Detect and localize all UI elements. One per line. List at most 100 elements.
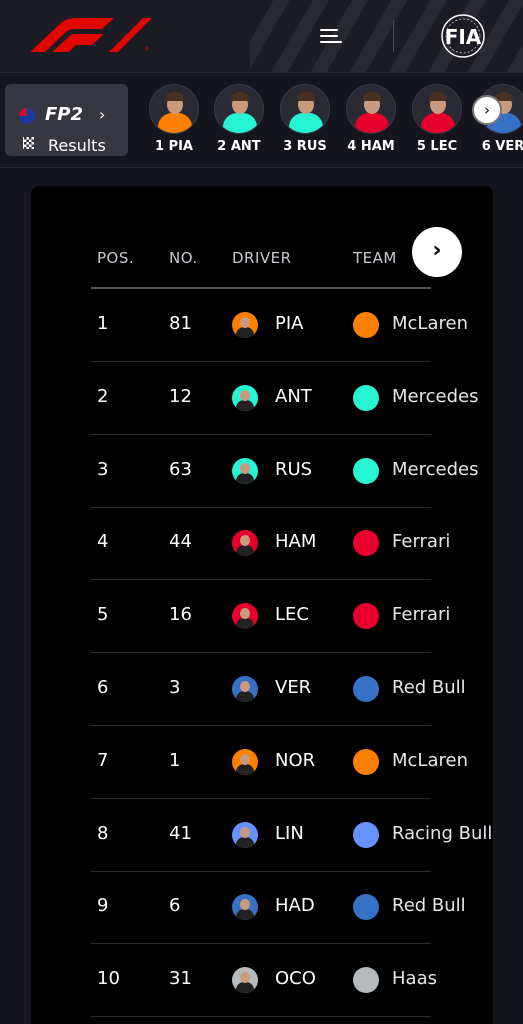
table-row[interactable]: 4 44 HAM Ferrari [91, 507, 450, 581]
driver-avatar [412, 84, 462, 134]
row-driver[interactable]: HAM [275, 531, 316, 552]
row-number: 41 [169, 822, 192, 844]
mclaren-icon [353, 748, 379, 775]
row-team: Haas [392, 968, 437, 990]
driver-chip-label: 2 ANT [217, 139, 261, 154]
row-position: 5 [97, 604, 109, 626]
driver-avatar [214, 84, 264, 134]
svg-text:FIA: FIA [445, 25, 482, 49]
red-bull-icon [353, 894, 379, 921]
menu-button[interactable] [314, 24, 344, 48]
row-team: Racing Bulls [392, 822, 493, 844]
driver-headshot [232, 603, 258, 630]
driver-headshot [232, 312, 258, 338]
row-number: 6 [169, 895, 181, 917]
row-driver[interactable]: LIN [275, 823, 304, 844]
row-driver[interactable]: RUS [275, 459, 312, 480]
mercedes-icon [353, 384, 379, 411]
row-driver[interactable]: ANT [275, 386, 312, 407]
header-pos: POS. [97, 249, 135, 267]
strip-scroll-right-button[interactable]: › [472, 95, 502, 125]
results-card: POS. NO. DRIVER TEAM 1 81 PIA McLaren 2 12 ANT… [31, 186, 493, 1024]
driver-headshot [232, 821, 258, 848]
chevron-right-icon: › [99, 105, 106, 124]
driver-chip-label: 5 LEC [416, 139, 458, 154]
row-number: 16 [169, 604, 192, 626]
fia-logo[interactable]: FIA [434, 14, 492, 58]
table-row[interactable]: 10 31 OCO Haas [91, 944, 437, 1018]
mercedes-icon [353, 457, 379, 484]
driver-headshot [232, 967, 258, 994]
row-number: 63 [169, 458, 192, 480]
row-position: 10 [97, 968, 120, 990]
driver-chip-label: 6 VER [481, 139, 523, 154]
row-position: 2 [97, 385, 109, 407]
haas-icon [353, 967, 379, 994]
row-number: 3 [169, 677, 181, 698]
ferrari-icon [353, 603, 379, 630]
australia-flag-icon [19, 108, 35, 124]
driver-chip[interactable]: 2 ANT [209, 84, 269, 154]
driver-chip-label: 1 PIA [155, 139, 193, 154]
session-selector[interactable]: FP2 › Results [5, 84, 128, 156]
driver-headshot [232, 530, 258, 557]
checkered-flag-icon [23, 137, 34, 149]
header-no: NO. [169, 249, 198, 267]
row-position: 8 [97, 822, 109, 844]
table-scroll-right-button[interactable]: › [412, 227, 462, 277]
driver-headshot [232, 384, 258, 411]
row-number: 1 [169, 749, 181, 771]
row-number: 31 [169, 968, 192, 990]
driver-headshot [232, 748, 258, 775]
driver-chip[interactable]: 3 RUS [275, 84, 335, 154]
row-team: Red Bull [392, 895, 466, 917]
row-position: 3 [97, 458, 109, 480]
driver-headshot [232, 894, 258, 921]
row-driver[interactable]: LEC [275, 604, 309, 625]
row-driver[interactable]: NOR [275, 750, 315, 771]
table-row[interactable]: 5 16 LEC Ferrari [91, 580, 450, 654]
row-team: Ferrari [392, 604, 451, 626]
table-row[interactable]: 9 6 HAD Red Bull [91, 871, 466, 945]
table-row[interactable]: 6 3 VER Red Bull [91, 653, 466, 726]
ferrari-icon [353, 530, 379, 557]
table-row[interactable]: 2 12 ANT Mercedes [91, 362, 478, 435]
driver-avatar [149, 84, 199, 134]
header-team: TEAM [353, 249, 397, 267]
header-driver: DRIVER [232, 249, 292, 267]
row-driver[interactable]: VER [275, 677, 311, 698]
row-position: 9 [97, 895, 109, 917]
f1-logo[interactable]: ® [30, 18, 152, 52]
row-number: 12 [169, 385, 192, 407]
row-driver[interactable]: OCO [275, 968, 316, 989]
driver-chip[interactable]: 1 PIA [144, 84, 204, 154]
driver-chip-label: 4 HAM [347, 139, 395, 154]
table-row[interactable]: 1 81 PIA McLaren [91, 289, 468, 362]
row-team: Mercedes [392, 458, 479, 480]
svg-text:®: ® [144, 46, 150, 52]
red-bull-icon [353, 676, 379, 702]
table-row[interactable]: 7 1 NOR McLaren [91, 726, 468, 799]
top-header: ® FIA [0, 0, 523, 72]
driver-chip[interactable]: 5 LEC [407, 84, 467, 154]
row-position: 4 [97, 531, 109, 553]
driver-avatar [280, 84, 330, 134]
mclaren-icon [353, 312, 379, 338]
results-label: Results [48, 136, 106, 155]
row-team: McLaren [392, 313, 468, 334]
row-position: 7 [97, 749, 109, 771]
driver-headshot [232, 676, 258, 702]
session-bar: FP2 › Results 1 PIA 2 ANT 3 RUS 4 HAM 5 LEC 6… [0, 72, 523, 168]
row-team: Mercedes [392, 385, 479, 407]
table-row[interactable]: 3 63 RUS Mercedes [91, 435, 478, 508]
row-number: 81 [169, 313, 192, 334]
driver-headshot [232, 457, 258, 484]
driver-chip[interactable]: 4 HAM [341, 84, 401, 154]
table-row[interactable]: 8 41 LIN Racing Bulls [91, 799, 493, 872]
driver-avatar [346, 84, 396, 134]
row-team: Red Bull [392, 677, 466, 698]
row-team: McLaren [392, 749, 468, 771]
row-driver[interactable]: HAD [275, 895, 315, 916]
racing-bulls-icon [353, 821, 379, 848]
row-driver[interactable]: PIA [275, 313, 303, 334]
